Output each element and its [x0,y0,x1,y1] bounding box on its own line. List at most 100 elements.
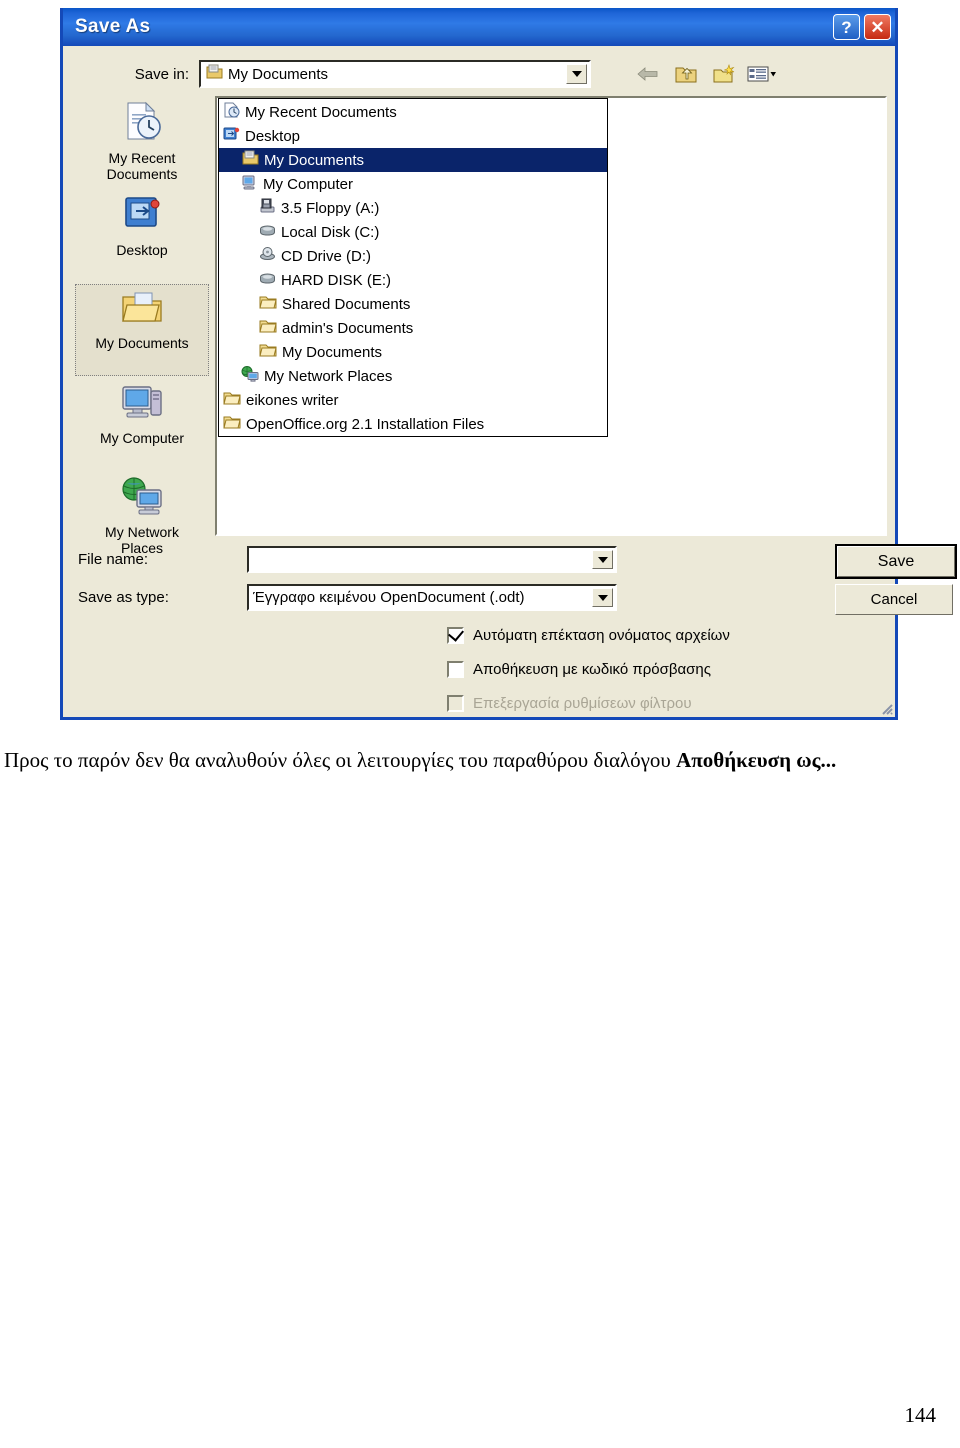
dropdown-item-label: Local Disk (C:) [281,223,380,241]
places-bar: My Recent Documents Desktop My Documents… [75,96,215,616]
dropdown-item-label: HARD DISK (E:) [281,271,392,289]
dropdown-item-label: My Documents [264,151,365,169]
dropdown-item-eikones-writer[interactable]: eikones writer [219,388,607,412]
dropdown-item-admins-documents[interactable]: admin's Documents [219,316,607,340]
caption-text: Προς το παρόν δεν θα αναλυθούν όλες οι λ… [4,748,677,772]
save-in-value: My Documents [228,65,329,83]
dropdown-item-label: OpenOffice.org 2.1 Installation Files [246,415,485,433]
recent-documents-icon [120,100,164,147]
edit-filter-settings-checkbox [447,694,464,712]
dropdown-item-label: Shared Documents [282,295,411,313]
file-name-dropdown-arrow[interactable] [592,550,613,569]
caption-bold-text: Αποθήκευση ως... [676,748,837,772]
close-button[interactable]: ✕ [864,14,891,40]
dropdown-item-cd-drive-d[interactable]: CD Drive (D:) [219,244,607,268]
dropdown-item-label: 3.5 Floppy (A:) [281,199,380,217]
resize-grip[interactable] [877,699,893,715]
question-mark-icon: ? [841,17,852,37]
my-documents-folder-icon [205,64,223,85]
dropdown-item-label: admin's Documents [282,319,414,337]
views-icon[interactable] [747,60,777,88]
cancel-button[interactable]: Cancel [835,584,953,615]
folder-icon [223,391,241,410]
dropdown-item-hard-disk-e[interactable]: HARD DISK (E:) [219,268,607,292]
floppy-drive-icon [259,198,276,218]
dropdown-item-label: CD Drive (D:) [281,247,371,265]
dropdown-item-my-documents[interactable]: My Documents [219,148,607,172]
hard-drive-icon [259,270,276,290]
close-icon: ✕ [870,17,885,37]
checkbox-row-save-with-password[interactable]: Αποθήκευση με κωδικό πρόσβασης [447,658,711,680]
file-name-row: File name: [75,546,885,573]
place-item-my-computer[interactable]: My Computer [75,378,209,470]
place-item-desktop[interactable]: Desktop [75,190,209,282]
folder-icon [223,415,241,434]
checkbox-row-automatic-file-name-extension[interactable]: Αυτόματη επέκταση ονόματος αρχείων [447,624,730,646]
cd-drive-icon [259,246,276,266]
dropdown-item-label: My Network Places [264,367,393,385]
save-in-dropdown-list[interactable]: My Recent Documents Desktop My Documents… [218,98,608,437]
dropdown-item-my-documents-folder[interactable]: My Documents [219,340,607,364]
help-button[interactable]: ? [833,14,860,40]
up-one-level-icon[interactable] [671,60,701,88]
place-label: My Documents [95,335,189,351]
dropdown-item-label: eikones writer [246,391,339,409]
place-label: Desktop [116,242,168,258]
dropdown-item-my-recent-documents[interactable]: My Recent Documents [219,100,607,124]
checkbox-row-edit-filter-settings: Επεξεργασία ρυθμίσεων φίλτρου [447,692,692,714]
page-number: 144 [904,1403,937,1427]
dropdown-item-local-disk-c[interactable]: Local Disk (C:) [219,220,607,244]
save-as-type-combobox[interactable]: Έγγραφο κειμένου OpenDocument (.odt) [247,584,617,611]
dropdown-item-label: My Computer [263,175,354,193]
dialog-title: Save As [75,16,151,37]
place-item-my-documents[interactable]: My Documents [75,284,209,376]
folder-icon [259,319,277,338]
file-name-label: File name: [78,551,149,568]
dialog-titlebar[interactable]: Save As ? ✕ [63,8,895,46]
dropdown-item-desktop[interactable]: Desktop [219,124,607,148]
folder-icon [259,295,277,314]
my-computer-icon [119,382,165,427]
save-button-label: Save [877,552,915,570]
folder-icon [259,343,277,362]
desktop-icon [120,194,164,239]
page-caption: Προς το παρόν δεν θα αναλυθούν όλες οι λ… [4,748,954,773]
my-network-places-icon [241,366,259,386]
save-as-type-label: Save as type: [78,589,169,606]
automatic-file-name-extension-checkbox[interactable] [447,624,465,644]
save-in-label: Save in: [134,65,189,83]
save-as-dialog: Save As ? ✕ Save in: My Documents My Rec… [60,8,957,720]
checkbox-label: Επεξεργασία ρυθμίσεων φίλτρου [473,694,692,712]
checkbox-label: Αυτόματη επέκταση ονόματος αρχείων [473,626,730,644]
dropdown-item-my-network-places[interactable]: My Network Places [219,364,607,388]
create-new-folder-icon[interactable] [709,60,739,88]
dropdown-item-shared-documents[interactable]: Shared Documents [219,292,607,316]
save-button[interactable]: Save [835,544,957,579]
my-documents-folder-icon [119,289,165,332]
save-in-combobox[interactable]: My Documents [199,60,591,88]
back-icon[interactable] [633,60,663,88]
my-network-places-icon [119,476,165,521]
dropdown-item-floppy-drive[interactable]: 3.5 Floppy (A:) [219,196,607,220]
dropdown-item-label: My Documents [282,343,383,361]
save-with-password-checkbox[interactable] [447,660,464,678]
checkbox-label: Αποθήκευση με κωδικό πρόσβασης [473,660,711,678]
file-name-combobox[interactable] [247,546,617,573]
place-item-my-recent-documents[interactable]: My Recent Documents [75,96,209,188]
dropdown-item-label: Desktop [245,127,301,145]
dropdown-item-my-computer[interactable]: My Computer [219,172,607,196]
save-in-dropdown-arrow[interactable] [566,64,587,84]
save-as-type-row: Save as type: Έγγραφο κειμένου OpenDocum… [75,584,885,611]
recent-documents-icon [223,102,240,122]
my-documents-folder-icon [241,150,259,170]
dropdown-item-label: My Recent Documents [245,103,397,121]
desktop-icon [223,126,240,146]
place-label: My Computer [99,430,185,446]
save-as-type-value: Έγγραφο κειμένου OpenDocument (.odt) [253,589,525,606]
cancel-button-label: Cancel [870,591,918,608]
dropdown-item-openoffice-installation-files[interactable]: OpenOffice.org 2.1 Installation Files [219,412,607,436]
save-as-type-dropdown-arrow[interactable] [592,588,613,607]
hard-drive-icon [259,222,276,242]
dialog-body: Save in: My Documents My Recent Document… [63,46,957,717]
dialog-toolbar [633,60,777,88]
